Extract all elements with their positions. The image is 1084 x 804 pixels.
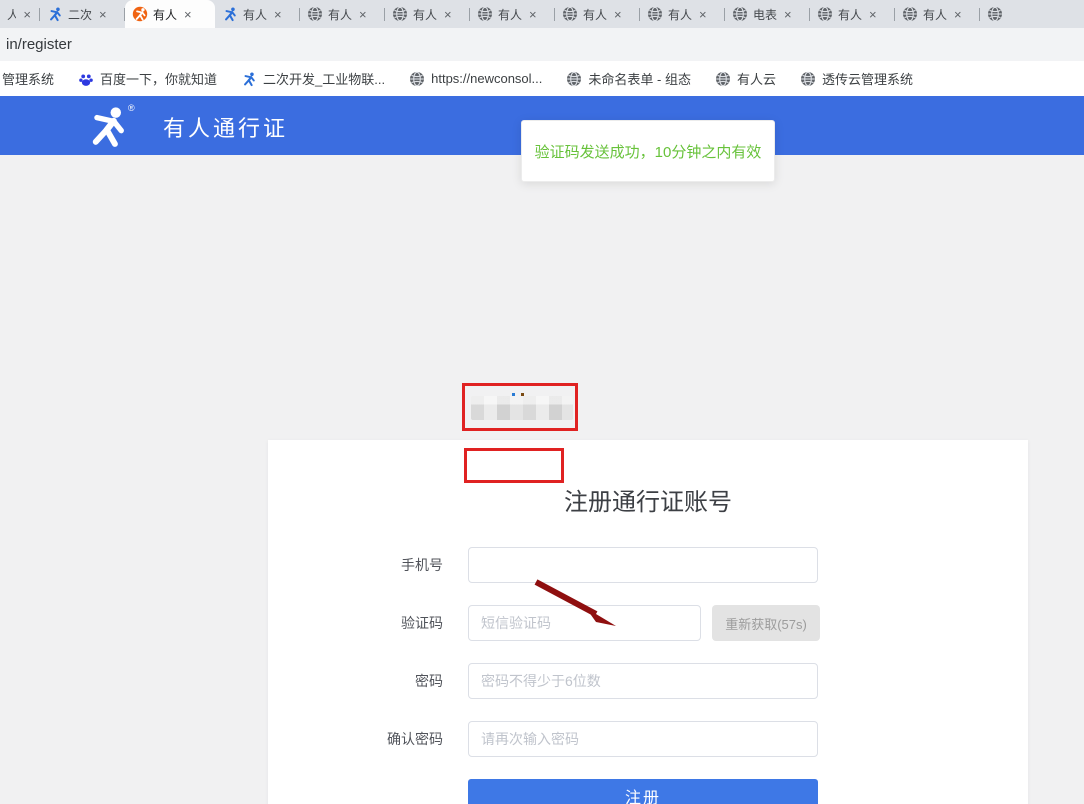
tab-close-icon[interactable]: × bbox=[182, 7, 194, 22]
register-card: 注册通行证账号 手机号 验证码 重新获取(57s) 密码 确认密码 注册 已有账… bbox=[268, 440, 1028, 804]
bookmark-yourenyun[interactable]: 有人云 bbox=[715, 69, 776, 88]
tab-youren-11[interactable]: 有人 × bbox=[895, 0, 980, 28]
registered-trademark-mark: ® bbox=[128, 103, 135, 113]
bookmark-label: https://newconsol... bbox=[431, 71, 542, 86]
toast-message: 验证码发送成功，10分钟之内有效 bbox=[535, 141, 762, 162]
password-input[interactable] bbox=[468, 663, 818, 699]
tab-label: 有人 bbox=[498, 6, 522, 23]
bookmark-guanli[interactable]: 管理系统 bbox=[2, 69, 54, 88]
globe-icon bbox=[715, 71, 731, 87]
phone-row: 手机号 bbox=[268, 547, 1028, 583]
usr-logo-icon: ® bbox=[84, 103, 146, 149]
globe-icon bbox=[392, 6, 408, 22]
globe-icon bbox=[732, 6, 748, 22]
globe-icon bbox=[902, 6, 918, 22]
tab-label: 有人 bbox=[153, 6, 177, 23]
globe-icon bbox=[817, 6, 833, 22]
tab-close-icon[interactable]: × bbox=[97, 7, 109, 22]
tab-label: 有人 bbox=[923, 6, 947, 23]
page-title: 注册通行证账号 bbox=[268, 482, 1028, 517]
tab-close-icon[interactable]: × bbox=[952, 7, 964, 22]
globe-icon bbox=[307, 6, 323, 22]
confirm-password-label: 确认密码 bbox=[268, 721, 456, 757]
bookmark-erci-kaifa[interactable]: 二次开发_工业物联... bbox=[241, 69, 385, 88]
tab-youren-4[interactable]: 有人 × bbox=[300, 0, 385, 28]
password-label: 密码 bbox=[268, 663, 456, 699]
annotation-rect-code bbox=[464, 448, 564, 483]
tab-close-icon[interactable]: × bbox=[697, 7, 709, 22]
resend-code-button[interactable]: 重新获取(57s) bbox=[712, 605, 820, 641]
tab-youren-10[interactable]: 有人 × bbox=[810, 0, 895, 28]
confirm-password-input[interactable] bbox=[468, 721, 818, 757]
tab-close-icon[interactable]: × bbox=[867, 7, 879, 22]
bookmark-form-zutai[interactable]: 未命名表单 - 组态 bbox=[566, 69, 691, 88]
tab-close-icon[interactable]: × bbox=[612, 7, 624, 22]
password-row: 密码 bbox=[268, 663, 1028, 699]
baidu-paw-icon bbox=[78, 71, 94, 87]
bookmark-label: 有人云 bbox=[737, 69, 776, 88]
confirm-password-row: 确认密码 bbox=[268, 721, 1028, 757]
tab-close-icon[interactable]: × bbox=[357, 7, 369, 22]
tab-partial-right[interactable] bbox=[980, 0, 1084, 28]
globe-icon bbox=[800, 71, 816, 87]
code-row: 验证码 重新获取(57s) bbox=[268, 605, 1028, 641]
screen: 人 × 二次 × 有人 × 有人 × bbox=[0, 0, 1084, 804]
phone-label: 手机号 bbox=[268, 547, 456, 583]
brand-title: 有人通行证 bbox=[163, 111, 288, 143]
annotation-rect-phone bbox=[462, 383, 578, 431]
toast-notification: 验证码发送成功，10分钟之内有效 bbox=[521, 120, 775, 182]
tab-label: 有人 bbox=[668, 6, 692, 23]
address-bar[interactable]: in/register bbox=[0, 28, 1084, 61]
tab-youren-6[interactable]: 有人 × bbox=[470, 0, 555, 28]
tab-label: 有人 bbox=[583, 6, 607, 23]
tab-active-register[interactable]: 有人 × bbox=[125, 0, 215, 28]
usr-person-blue-icon bbox=[241, 71, 257, 87]
bookmark-label: 管理系统 bbox=[2, 69, 54, 88]
tab-close-icon[interactable]: × bbox=[21, 7, 33, 22]
tab-close-icon[interactable]: × bbox=[527, 7, 539, 22]
tab-youren-5[interactable]: 有人 × bbox=[385, 0, 470, 28]
tab-partial-left[interactable]: 人 × bbox=[0, 0, 40, 28]
browser-tab-strip: 人 × 二次 × 有人 × 有人 × bbox=[0, 0, 1084, 28]
tab-label: 有人 bbox=[413, 6, 437, 23]
tab-label: 二次 bbox=[68, 6, 92, 23]
globe-icon bbox=[987, 6, 1003, 22]
tab-label: 有人 bbox=[328, 6, 352, 23]
bookmark-label: 百度一下，你就知道 bbox=[100, 69, 217, 88]
tab-dianbiao[interactable]: 电表 × bbox=[725, 0, 810, 28]
globe-icon bbox=[566, 71, 582, 87]
tab-close-icon[interactable]: × bbox=[442, 7, 454, 22]
usr-person-blue-icon bbox=[222, 6, 238, 22]
tab-label: 人 bbox=[7, 6, 16, 23]
phone-input[interactable] bbox=[468, 547, 818, 583]
register-button[interactable]: 注册 bbox=[468, 779, 818, 804]
address-url-text: in/register bbox=[0, 36, 72, 53]
bookmark-label: 透传云管理系统 bbox=[822, 69, 913, 88]
bookmark-baidu[interactable]: 百度一下，你就知道 bbox=[78, 69, 217, 88]
tab-youren-8[interactable]: 有人 × bbox=[640, 0, 725, 28]
tab-close-icon[interactable]: × bbox=[272, 7, 284, 22]
tab-youren-7[interactable]: 有人 × bbox=[555, 0, 640, 28]
tab-label: 有人 bbox=[243, 6, 267, 23]
usr-person-orange-icon bbox=[132, 6, 148, 22]
globe-icon bbox=[477, 6, 493, 22]
bookmark-label: 未命名表单 - 组态 bbox=[588, 69, 691, 88]
globe-icon bbox=[562, 6, 578, 22]
tab-label: 电表 bbox=[753, 6, 777, 23]
tab-youren-blue[interactable]: 有人 × bbox=[215, 0, 300, 28]
globe-icon bbox=[409, 71, 425, 87]
globe-icon bbox=[647, 6, 663, 22]
usr-person-blue-icon bbox=[47, 6, 63, 22]
bookmark-newconsole[interactable]: https://newconsol... bbox=[409, 71, 542, 87]
bookmarks-bar: 管理系统 百度一下，你就知道 二次开发_工业物联... https://newc… bbox=[0, 61, 1084, 96]
tab-erci[interactable]: 二次 × bbox=[40, 0, 125, 28]
code-label: 验证码 bbox=[268, 605, 456, 641]
tab-label: 有人 bbox=[838, 6, 862, 23]
bookmark-label: 二次开发_工业物联... bbox=[263, 69, 385, 88]
annotation-arrow-icon bbox=[528, 574, 623, 632]
tab-close-icon[interactable]: × bbox=[782, 7, 794, 22]
bookmark-touchuan[interactable]: 透传云管理系统 bbox=[800, 69, 913, 88]
